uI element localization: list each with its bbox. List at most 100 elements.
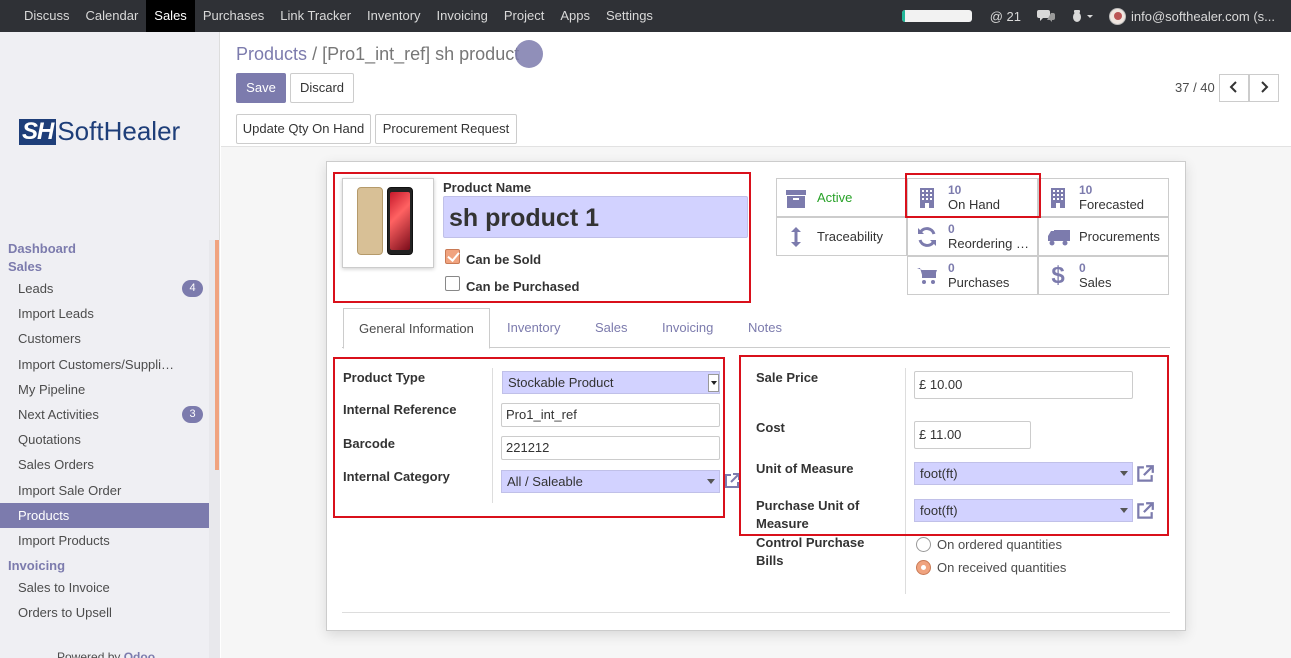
sidebar-item-customers[interactable]: Customers <box>0 326 209 351</box>
sidebar-nav: Dashboard Sales Leads 4 Import Leads Cust… <box>0 240 209 625</box>
sidebar-item-next-activities[interactable]: Next Activities 3 <box>0 402 209 427</box>
breadcrumb-parent[interactable]: Products <box>236 44 307 64</box>
menu-calendar[interactable]: Calendar <box>78 0 147 32</box>
external-link-icon[interactable] <box>1135 501 1155 521</box>
sidebar-item-leads[interactable]: Leads 4 <box>0 276 209 301</box>
internal-reference-input[interactable]: Pro1_int_ref <box>501 403 720 427</box>
powered-by-brand[interactable]: Odoo <box>124 650 155 658</box>
menu-purchases[interactable]: Purchases <box>195 0 272 32</box>
radio-received-quantities[interactable] <box>916 560 931 575</box>
onboarding-progress[interactable] <box>901 10 972 22</box>
sidebar-item-label: Customers <box>18 331 81 347</box>
active-label: Active <box>817 190 853 205</box>
on-hand-value: 10 <box>948 183 962 197</box>
sidebar-item-label: Import Leads <box>18 306 94 322</box>
sidebar-item-label: My Pipeline <box>18 381 86 397</box>
product-type-label: Product Type <box>343 370 426 385</box>
sidebar-section-invoicing[interactable]: Invoicing <box>0 557 209 575</box>
menu-sales[interactable]: Sales <box>146 0 195 32</box>
sales-value: 0 <box>1079 261 1086 275</box>
sales-label: Sales <box>1079 275 1112 290</box>
sidebar-item-sales-to-invoice[interactable]: Sales to Invoice <box>0 575 209 600</box>
on-hand-button[interactable]: 10 On Hand <box>907 178 1038 217</box>
sidebar-item-label: Import Customers/Suppli… <box>18 356 175 372</box>
sidebar-item-import-leads[interactable]: Import Leads <box>0 301 209 326</box>
barcode-input[interactable]: 221212 <box>501 436 720 460</box>
breadcrumb: Products / [Pro1_int_ref] sh product <box>236 44 519 65</box>
cost-input[interactable]: £ 11.00 <box>914 421 1031 449</box>
tab-invoicing[interactable]: Invoicing <box>647 308 728 348</box>
chevron-right-icon <box>1261 81 1269 93</box>
mentions-counter[interactable]: @ 21 <box>990 9 1021 24</box>
save-button[interactable]: Save <box>236 73 286 103</box>
forecasted-button[interactable]: 10 Forecasted <box>1038 178 1169 217</box>
reordering-rules-button[interactable]: 0 Reordering R... <box>907 217 1038 256</box>
form-divider <box>342 612 1170 613</box>
sidebar-item-label: Leads <box>18 281 54 296</box>
field-separator <box>905 368 906 594</box>
sidebar-item-label: Import Products <box>18 532 110 548</box>
product-type-select[interactable]: Stockable Product <box>502 371 720 394</box>
logo-word: SoftHealer <box>57 116 181 146</box>
discard-button[interactable]: Discard <box>290 73 354 103</box>
pager-previous-button[interactable] <box>1219 74 1249 102</box>
can-be-sold-checkbox[interactable] <box>445 249 460 264</box>
systray: @ 21 info@softhealer.com (s... <box>901 0 1291 32</box>
purchases-button[interactable]: 0 Purchases <box>907 256 1038 295</box>
menu-invoicing[interactable]: Invoicing <box>429 0 496 32</box>
purchases-label: Purchases <box>948 275 1010 290</box>
external-link-icon[interactable] <box>723 472 743 492</box>
traceability-button[interactable]: Traceability <box>776 217 907 256</box>
unit-of-measure-select[interactable]: foot(ft) <box>914 462 1133 485</box>
field-separator <box>492 368 493 503</box>
menu-project[interactable]: Project <box>496 0 552 32</box>
count-badge: 4 <box>182 280 203 297</box>
product-name-input[interactable]: sh product 1 <box>443 196 748 238</box>
active-toggle-button[interactable]: Active <box>776 178 907 217</box>
tab-inventory[interactable]: Inventory <box>492 308 575 348</box>
control-purchase-bills-label: Control Purchase Bills <box>756 535 865 568</box>
sidebar-item-import-sale-order[interactable]: Import Sale Order <box>0 478 209 503</box>
procurements-button[interactable]: Procurements <box>1038 217 1169 256</box>
vertical-arrows-icon <box>785 226 807 248</box>
sidebar-section-sales[interactable]: Sales <box>0 258 209 276</box>
sidebar-item-sales-orders[interactable]: Sales Orders <box>0 452 209 477</box>
powered-by-text: Powered by <box>57 650 121 658</box>
sidebar-item-my-pipeline[interactable]: My Pipeline <box>0 377 209 402</box>
tab-general-information[interactable]: General Information <box>343 308 490 349</box>
user-menu[interactable]: info@softhealer.com (s... <box>1109 7 1275 25</box>
sidebar-item-import-products[interactable]: Import Products <box>0 528 209 553</box>
tab-sales[interactable]: Sales <box>580 308 643 348</box>
update-qty-on-hand-button[interactable]: Update Qty On Hand <box>236 114 371 144</box>
sidebar-item-orders-to-upsell[interactable]: Orders to Upsell <box>0 600 209 625</box>
sidebar-item-quotations[interactable]: Quotations <box>0 427 209 452</box>
menu-settings[interactable]: Settings <box>598 0 661 32</box>
radio-ordered-quantities[interactable] <box>916 537 931 552</box>
sidebar-item-products[interactable]: Products <box>0 502 209 528</box>
can-be-purchased-checkbox[interactable] <box>445 276 460 291</box>
sales-button[interactable]: $ 0 Sales <box>1038 256 1169 295</box>
purchase-unit-of-measure-select[interactable]: foot(ft) <box>914 499 1133 522</box>
sidebar-scrollbar[interactable] <box>215 240 219 470</box>
sale-price-input[interactable]: £ 10.00 <box>914 371 1133 399</box>
internal-category-select[interactable]: All / Saleable <box>501 470 720 493</box>
product-image[interactable] <box>342 178 434 268</box>
menu-discuss[interactable]: Discuss <box>16 0 78 32</box>
sidebar-section-dashboard[interactable]: Dashboard <box>0 240 209 258</box>
debug-bug-icon[interactable] <box>1071 9 1094 23</box>
menu-apps[interactable]: Apps <box>552 0 598 32</box>
pager-next-button[interactable] <box>1249 74 1279 102</box>
unit-of-measure-label: Unit of Measure <box>756 461 854 476</box>
forecasted-value: 10 <box>1079 183 1093 197</box>
external-link-icon[interactable] <box>1135 464 1155 484</box>
barcode-label: Barcode <box>343 436 396 451</box>
sidebar-item-import-customers[interactable]: Import Customers/Suppli… <box>0 352 209 377</box>
menu-link-tracker[interactable]: Link Tracker <box>272 0 359 32</box>
pager-value[interactable]: 37 / 40 <box>1175 80 1215 95</box>
chat-icon[interactable] <box>1037 9 1056 23</box>
tab-notes[interactable]: Notes <box>733 308 797 348</box>
product-name-label: Product Name <box>443 180 532 195</box>
procurement-request-button[interactable]: Procurement Request <box>375 114 517 144</box>
menu-inventory[interactable]: Inventory <box>359 0 428 32</box>
can-be-purchased-label: Can be Purchased <box>466 279 580 294</box>
